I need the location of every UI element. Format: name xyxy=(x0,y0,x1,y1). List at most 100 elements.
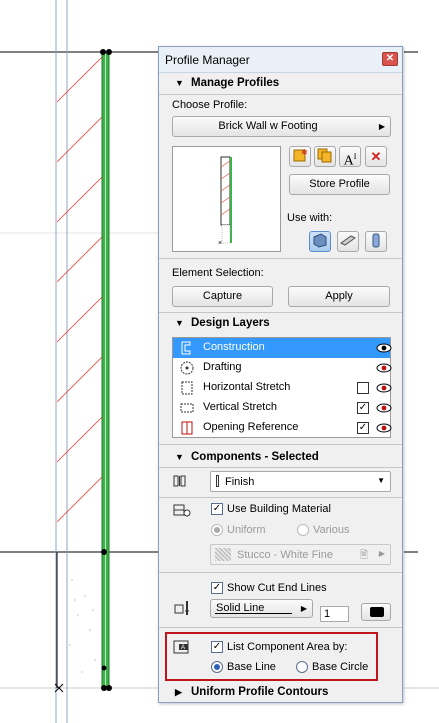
brick-hatch xyxy=(57,55,103,523)
profile-preview: × xyxy=(172,146,281,252)
vertical-stretch-icon xyxy=(177,400,197,416)
opening-reference-icon xyxy=(177,420,197,436)
list-component-area-checkbox[interactable]: ✓ xyxy=(211,641,223,653)
section-title: Uniform Profile Contours xyxy=(191,686,329,698)
cut-line-pen-icon xyxy=(172,599,194,617)
highlight-box xyxy=(165,632,378,681)
footing-pattern xyxy=(69,579,96,673)
horizontal-stretch-icon xyxy=(177,380,197,396)
eye-icon[interactable] xyxy=(376,420,392,436)
node-point[interactable] xyxy=(106,49,112,55)
collapse-arrow-icon: ▼ xyxy=(175,452,184,462)
pen-number-field[interactable]: 1 xyxy=(320,606,349,622)
divider xyxy=(159,572,402,573)
layer-row-opening-reference[interactable]: Opening Reference ✓ xyxy=(173,418,392,438)
rename-profile-icon[interactable]: AI xyxy=(339,146,361,169)
base-line-radio[interactable] xyxy=(211,661,223,673)
material-dropdown-value: Stucco - White Fine xyxy=(237,549,333,561)
svg-text:✱: ✱ xyxy=(301,148,308,157)
layer-label: Construction xyxy=(203,341,265,353)
chevron-right-icon: ▶ xyxy=(378,122,385,131)
pen-color-button[interactable] xyxy=(361,603,391,621)
building-material-icon xyxy=(172,501,192,519)
choose-profile-label: Choose Profile: xyxy=(172,99,248,111)
chevron-down-icon: ▼ xyxy=(377,476,385,485)
layer-checkbox[interactable] xyxy=(357,382,369,394)
duplicate-profile-icon[interactable] xyxy=(314,146,336,167)
material-dropdown[interactable]: Stucco - White Fine 🖹 ▶ xyxy=(210,544,391,565)
uniform-contours-header[interactable]: ▶ Uniform Profile Contours xyxy=(159,684,402,702)
fill-swatch xyxy=(216,475,219,487)
base-circle-label: Base Circle xyxy=(312,661,369,673)
node-point[interactable] xyxy=(101,665,107,671)
new-profile-icon[interactable]: ✱ xyxy=(289,146,311,167)
collapse-arrow-icon: ▼ xyxy=(175,318,184,328)
uniform-label: Uniform xyxy=(227,524,266,536)
component-dropdown[interactable]: Finish ▼ xyxy=(210,471,391,492)
divider xyxy=(159,627,402,628)
panel-titlebar[interactable]: Profile Manager ✕ xyxy=(159,47,402,73)
element-selection-label: Element Selection: xyxy=(172,267,264,279)
eye-icon[interactable] xyxy=(376,340,392,356)
use-with-label: Use with: xyxy=(287,212,333,224)
profile-manager-panel: Profile Manager ✕ ▼ Manage Profiles Choo… xyxy=(158,46,403,703)
chevron-right-icon: ▶ xyxy=(378,549,385,558)
svg-text:×: × xyxy=(218,240,222,247)
section-title: Design Layers xyxy=(191,317,270,329)
column-icon[interactable] xyxy=(365,231,387,252)
layer-checkbox[interactable]: ✓ xyxy=(357,422,369,434)
node-point[interactable] xyxy=(101,549,107,555)
show-cut-end-lines-label: Show Cut End Lines xyxy=(227,582,327,594)
layer-row-vertical-stretch[interactable]: Vertical Stretch ✓ xyxy=(173,398,392,418)
close-icon[interactable]: ✕ xyxy=(382,52,398,66)
divider xyxy=(159,258,402,259)
layer-label: Vertical Stretch xyxy=(203,401,277,413)
component-area-icon: A xyxy=(172,637,194,657)
pen-color-swatch xyxy=(370,607,384,617)
construction-layer-icon xyxy=(177,340,197,356)
uniform-radio[interactable] xyxy=(211,524,223,536)
eye-icon[interactable] xyxy=(376,400,392,416)
line-type-dropdown[interactable]: Solid Line ▶ xyxy=(210,599,313,618)
various-radio[interactable] xyxy=(297,524,309,536)
profile-dropdown[interactable]: Brick Wall w Footing ▶ xyxy=(172,116,391,137)
layer-label: Opening Reference xyxy=(203,421,299,433)
layer-row-construction[interactable]: Construction xyxy=(173,338,392,358)
layer-checkbox[interactable]: ✓ xyxy=(357,402,369,414)
design-layers-header[interactable]: ▼ Design Layers xyxy=(159,315,402,333)
list-component-area-label: List Component Area by: xyxy=(227,641,348,653)
components-header[interactable]: ▼ Components - Selected xyxy=(159,449,402,467)
eye-icon[interactable] xyxy=(376,360,392,376)
capture-button[interactable]: Capture xyxy=(172,286,273,307)
material-swatch xyxy=(215,548,231,561)
component-dropdown-value: Finish xyxy=(225,476,255,488)
component-type-icon xyxy=(172,473,188,489)
beam-icon[interactable] xyxy=(337,231,359,252)
divider xyxy=(159,467,402,468)
section-title: Components - Selected xyxy=(191,451,319,463)
node-point[interactable] xyxy=(106,685,112,691)
collapse-arrow-icon: ▼ xyxy=(175,78,184,88)
divider xyxy=(159,312,402,313)
svg-text:A: A xyxy=(181,645,185,651)
layer-row-horizontal-stretch[interactable]: Horizontal Stretch xyxy=(173,378,392,398)
use-building-material-checkbox[interactable]: ✓ xyxy=(211,503,223,515)
show-cut-end-lines-checkbox[interactable]: ✓ xyxy=(211,582,223,594)
drafting-layer-icon xyxy=(177,360,197,376)
eye-icon[interactable] xyxy=(376,380,392,396)
store-profile-button[interactable]: Store Profile xyxy=(289,174,390,195)
base-circle-radio[interactable] xyxy=(296,661,308,673)
base-line-label: Base Line xyxy=(227,661,276,673)
expand-arrow-icon: ▶ xyxy=(175,687,182,697)
apply-button[interactable]: Apply xyxy=(288,286,390,307)
wall-icon[interactable] xyxy=(309,231,331,252)
chevron-right-icon: ▶ xyxy=(300,604,307,613)
layer-row-drafting[interactable]: Drafting xyxy=(173,358,392,378)
divider xyxy=(159,497,402,498)
node-point[interactable] xyxy=(100,49,106,55)
material-settings-icon[interactable]: 🖹 xyxy=(360,548,368,565)
manage-profiles-header[interactable]: ▼ Manage Profiles xyxy=(159,75,402,93)
profile-dropdown-value: Brick Wall w Footing xyxy=(218,120,318,132)
design-layers-list: Construction Drafting Horizontal Stretch xyxy=(172,337,392,438)
delete-profile-icon[interactable]: ✕ xyxy=(365,146,387,167)
